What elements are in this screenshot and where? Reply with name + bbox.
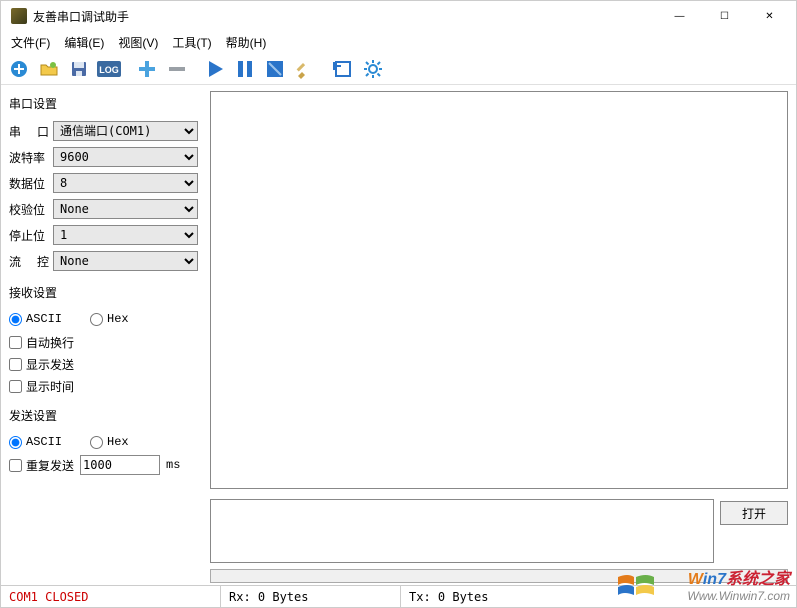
parity-label: 校验位 [9,201,49,218]
main-area: 串口设置 串口通信端口(COM1) 波特率9600 数据位8 校验位None 停… [1,85,796,587]
minimize-button[interactable]: — [657,2,702,30]
new-icon[interactable] [5,55,33,83]
clear-icon[interactable] [261,55,289,83]
menu-help[interactable]: 帮助(H) [220,32,273,53]
rx-hex-radio[interactable]: Hex [90,312,129,326]
plus-icon[interactable] [133,55,161,83]
flow-label: 流控 [9,253,49,270]
open-port-button[interactable]: 打开 [720,501,788,525]
send-settings-group: 发送设置 ASCII Hex 重复发送 ms [9,403,198,476]
svg-text:LOG: LOG [99,65,119,75]
window-title: 友善串口调试助手 [33,8,657,25]
statusbar: COM1 CLOSED Rx: 0 Bytes Tx: 0 Bytes [1,585,796,607]
left-panel: 串口设置 串口通信端口(COM1) 波特率9600 数据位8 校验位None 停… [1,85,206,587]
status-connection: COM1 CLOSED [1,586,221,607]
databits-select[interactable]: 8 [53,173,198,193]
repeat-unit-label: ms [166,458,180,472]
minus-icon[interactable] [163,55,191,83]
progress-bar [210,569,788,583]
autowrap-checkbox[interactable]: 自动换行 [9,334,74,351]
save-icon[interactable] [65,55,93,83]
tx-ascii-radio[interactable]: ASCII [9,435,62,449]
send-legend: 发送设置 [9,407,198,424]
send-textarea[interactable] [210,499,714,563]
serial-settings-group: 串口设置 串口通信端口(COM1) 波特率9600 数据位8 校验位None 停… [9,91,198,274]
menu-file[interactable]: 文件(F) [5,32,56,53]
brush-icon[interactable] [291,55,319,83]
toolbar: LOG [1,53,796,85]
tx-hex-radio[interactable]: Hex [90,435,129,449]
menubar: 文件(F) 编辑(E) 视图(V) 工具(T) 帮助(H) [1,31,796,53]
databits-label: 数据位 [9,175,49,192]
play-icon[interactable] [201,55,229,83]
stopbits-label: 停止位 [9,227,49,244]
repeat-send-checkbox[interactable]: 重复发送 [9,457,74,474]
menu-tools[interactable]: 工具(T) [166,32,217,53]
close-button[interactable]: ✕ [747,2,792,30]
serial-legend: 串口设置 [9,95,198,112]
pause-icon[interactable] [231,55,259,83]
rx-ascii-radio[interactable]: ASCII [9,312,62,326]
new-window-icon[interactable] [329,55,357,83]
port-label: 串口 [9,123,49,140]
receive-textarea[interactable] [210,91,788,489]
menu-view[interactable]: 视图(V) [112,32,164,53]
receive-legend: 接收设置 [9,284,198,301]
stopbits-select[interactable]: 1 [53,225,198,245]
maximize-button[interactable]: ☐ [702,2,747,30]
open-folder-icon[interactable] [35,55,63,83]
status-rx: Rx: 0 Bytes [221,586,401,607]
log-icon[interactable]: LOG [95,55,123,83]
showsend-checkbox[interactable]: 显示发送 [9,356,74,373]
status-tx: Tx: 0 Bytes [401,586,796,607]
menu-edit[interactable]: 编辑(E) [58,32,110,53]
port-select[interactable]: 通信端口(COM1) [53,121,198,141]
parity-select[interactable]: None [53,199,198,219]
flow-select[interactable]: None [53,251,198,271]
baud-select[interactable]: 9600 [53,147,198,167]
titlebar: 友善串口调试助手 — ☐ ✕ [1,1,796,31]
showtime-checkbox[interactable]: 显示时间 [9,378,74,395]
repeat-interval-input[interactable] [80,455,160,475]
receive-settings-group: 接收设置 ASCII Hex 自动换行 显示发送 显示时间 [9,280,198,397]
right-panel: 打开 [206,85,796,587]
baud-label: 波特率 [9,149,49,166]
settings-gear-icon[interactable] [359,55,387,83]
app-icon [11,8,27,24]
